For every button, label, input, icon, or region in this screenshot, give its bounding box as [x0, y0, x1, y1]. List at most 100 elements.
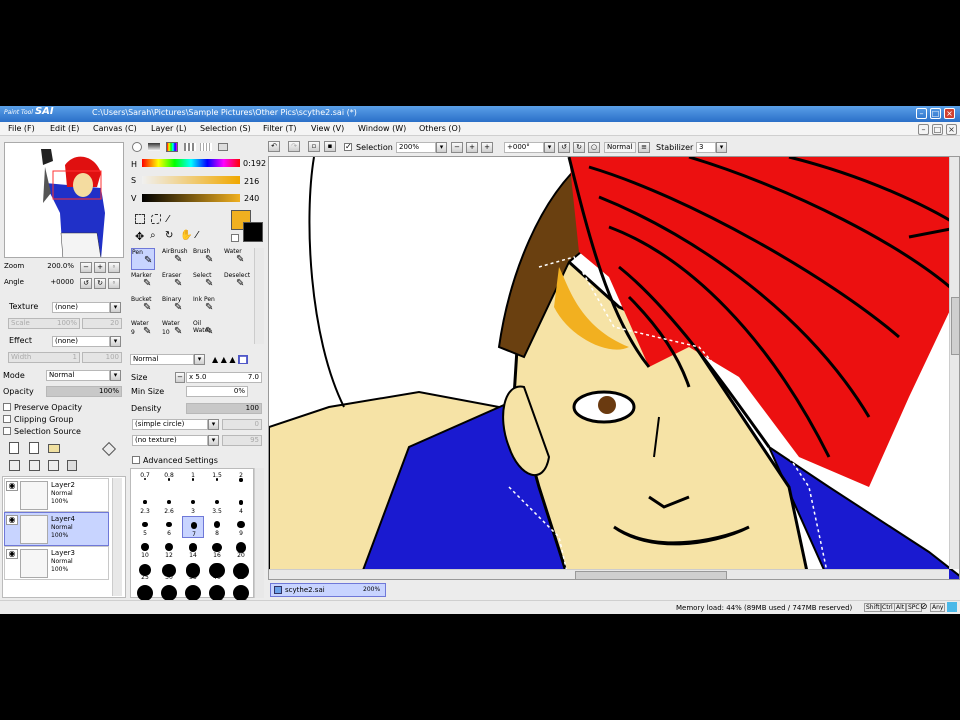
doc-restore-button[interactable]: □ [932, 124, 943, 135]
canvas-mode-select[interactable]: Normal [604, 142, 636, 153]
rgb-slider-mode-icon[interactable] [148, 143, 160, 151]
deselect-button[interactable]: ▫ [308, 141, 320, 152]
magic-wand-tool-icon[interactable]: ⁄ [167, 214, 169, 225]
doc-minimize-button[interactable]: – [918, 124, 929, 135]
menu-layer[interactable]: Layer (L) [151, 124, 187, 133]
brush-size-option[interactable]: 30 [158, 560, 180, 582]
brush-edge-shapes[interactable]: ▲ ▲ ▲ ■ [212, 355, 248, 364]
new-folder-icon[interactable] [48, 444, 60, 453]
brush-size-option[interactable]: 40 [206, 560, 228, 582]
brush-size-option[interactable]: 3.5 [206, 494, 228, 516]
brush-size-slider[interactable]: x 5.0 7.0 [186, 372, 262, 383]
stabilizer-select[interactable]: 3 [696, 142, 716, 153]
min-size-slider[interactable]: 0% [186, 386, 248, 397]
document-tab[interactable]: scythe2.sai 200% [270, 583, 386, 597]
eyedropper-tool-icon[interactable]: ⁄ [196, 230, 198, 241]
brush-texture-select[interactable]: (no texture) [132, 435, 208, 446]
tool-deselect[interactable]: Deselect ✎ [224, 272, 250, 294]
nav-zoom-in-button[interactable]: + [94, 262, 106, 273]
blend-mode-dropdown-icon[interactable]: ▾ [194, 354, 205, 365]
layer-mode-select[interactable]: Normal [46, 370, 110, 381]
stabilizer-dropdown-icon[interactable]: ▾ [716, 142, 727, 153]
brush-size-option[interactable]: 1 [182, 472, 204, 494]
brush-size-option[interactable]: 3 [182, 494, 204, 516]
nav-zoom-out-button[interactable]: − [80, 262, 92, 273]
brush-size-option[interactable]: 6 [158, 516, 180, 538]
drawing-canvas[interactable] [268, 156, 960, 580]
transparent-color-icon[interactable] [231, 234, 239, 242]
brush-size-option[interactable]: 20 [230, 538, 252, 560]
layer-visibility-eye-icon[interactable]: ◉ [6, 481, 18, 491]
transfer-down-icon[interactable] [29, 460, 40, 471]
menu-view[interactable]: View (V) [311, 124, 344, 133]
vertical-scroll-thumb[interactable] [951, 297, 959, 355]
tool-empty-slot[interactable] [224, 296, 248, 318]
lasso-tool-icon[interactable] [151, 214, 161, 224]
mixer-mode-icon[interactable] [218, 143, 228, 151]
brush-size-option[interactable]: 2.3 [134, 494, 156, 516]
brush-size-option[interactable]: 7 [182, 516, 204, 538]
tool-brush[interactable]: Brush ✎ [193, 248, 217, 270]
value-slider[interactable] [142, 194, 240, 202]
brush-size-option[interactable]: 9 [230, 516, 252, 538]
brush-size-option[interactable]: 25 [134, 560, 156, 582]
brush-size-option[interactable]: 0.8 [158, 472, 180, 494]
advanced-settings-checkbox[interactable] [132, 456, 140, 464]
minimize-button[interactable]: – [916, 108, 927, 119]
brush-size-option[interactable]: 8 [206, 516, 228, 538]
tool-eraser[interactable]: Eraser ✎ [162, 272, 186, 294]
size-lock-button[interactable]: − [175, 372, 185, 383]
brush-size-option[interactable]: 10 [134, 538, 156, 560]
brush-texture-dropdown-icon[interactable]: ▾ [208, 435, 219, 446]
flip-view-button[interactable]: ≡ [638, 142, 650, 153]
brush-size-option[interactable]: 50 [230, 560, 252, 582]
canvas-vertical-scrollbar[interactable] [949, 157, 959, 569]
close-button[interactable]: × [944, 108, 955, 119]
brush-size-option[interactable]: 4 [230, 494, 252, 516]
layer-row[interactable]: ◉ Layer3 Normal 100% [4, 546, 109, 580]
brush-size-option[interactable]: 16 [206, 538, 228, 560]
brush-size-option[interactable]: 14 [182, 538, 204, 560]
layer-visibility-eye-icon[interactable]: ◉ [6, 549, 18, 559]
brush-size-option[interactable]: 12 [158, 538, 180, 560]
zoom-reset-button[interactable]: + [481, 142, 493, 153]
horizontal-scroll-thumb[interactable] [575, 571, 727, 579]
effect-dropdown-icon[interactable]: ▾ [110, 336, 121, 347]
zoom-tool-icon[interactable]: ⌕ [150, 230, 156, 241]
layer-mode-dropdown-icon[interactable]: ▾ [110, 370, 121, 381]
brush-size-option[interactable]: 2 [230, 472, 252, 494]
brush-shape-select[interactable]: (simple circle) [132, 419, 208, 430]
canvas-angle-select[interactable]: +000° [504, 142, 544, 153]
delete-layer-icon[interactable] [67, 460, 77, 471]
menu-edit[interactable]: Edit (E) [50, 124, 79, 133]
menu-others[interactable]: Others (O) [419, 124, 461, 133]
rotate-reset-button-2[interactable]: ○ [588, 142, 600, 153]
saturation-slider[interactable] [142, 176, 240, 184]
brush-size-option[interactable]: 35 [182, 560, 204, 582]
rotate-reset-button[interactable]: ◦ [108, 278, 120, 289]
canvas-horizontal-scrollbar[interactable] [269, 569, 949, 579]
merge-down-icon[interactable] [9, 460, 20, 471]
show-selection-checkbox[interactable]: ✓ [344, 142, 352, 151]
tool-oil-water[interactable]: Oil Water ✎ [193, 320, 217, 342]
brush-shape-dropdown-icon[interactable]: ▾ [208, 419, 219, 430]
canvas-zoom-dropdown-icon[interactable]: ▾ [436, 142, 447, 153]
rotate-tool-icon[interactable]: ↻ [165, 230, 173, 241]
navigator-thumbnail[interactable] [4, 142, 124, 258]
nav-zoom-reset-button[interactable]: ◦ [108, 262, 120, 273]
texture-dropdown-icon[interactable]: ▾ [110, 302, 121, 313]
new-layer-icon[interactable] [9, 442, 19, 454]
swatches-mode-icon[interactable] [184, 143, 196, 151]
layer-list-scrollbar[interactable] [112, 478, 122, 596]
zoom-out-button[interactable]: − [451, 142, 463, 153]
layer-mask-icon[interactable] [101, 441, 117, 457]
zoom-in-button[interactable]: + [466, 142, 478, 153]
menu-file[interactable]: File (F) [8, 124, 35, 133]
tool-ink-pen[interactable]: Ink Pen ✎ [193, 296, 217, 318]
new-linework-layer-icon[interactable] [29, 442, 39, 454]
layer-row[interactable]: ◉ Layer2 Normal 100% [4, 478, 109, 512]
effect-select[interactable]: (none) [52, 336, 110, 347]
density-slider[interactable]: 100 [186, 403, 262, 414]
menu-window[interactable]: Window (W) [358, 124, 406, 133]
tool-water-9[interactable]: Water 9 ✎ [131, 320, 155, 342]
